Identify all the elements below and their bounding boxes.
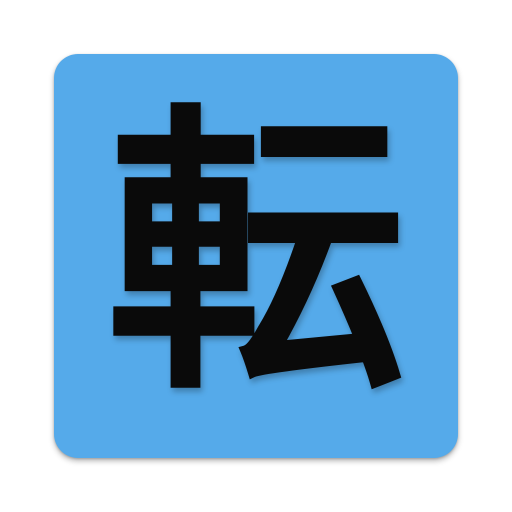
kanji-glyph-icon: 転 [106,81,406,430]
app-icon-tile[interactable]: 転 [54,54,458,458]
launcher-icon-canvas: 転 [0,0,512,512]
